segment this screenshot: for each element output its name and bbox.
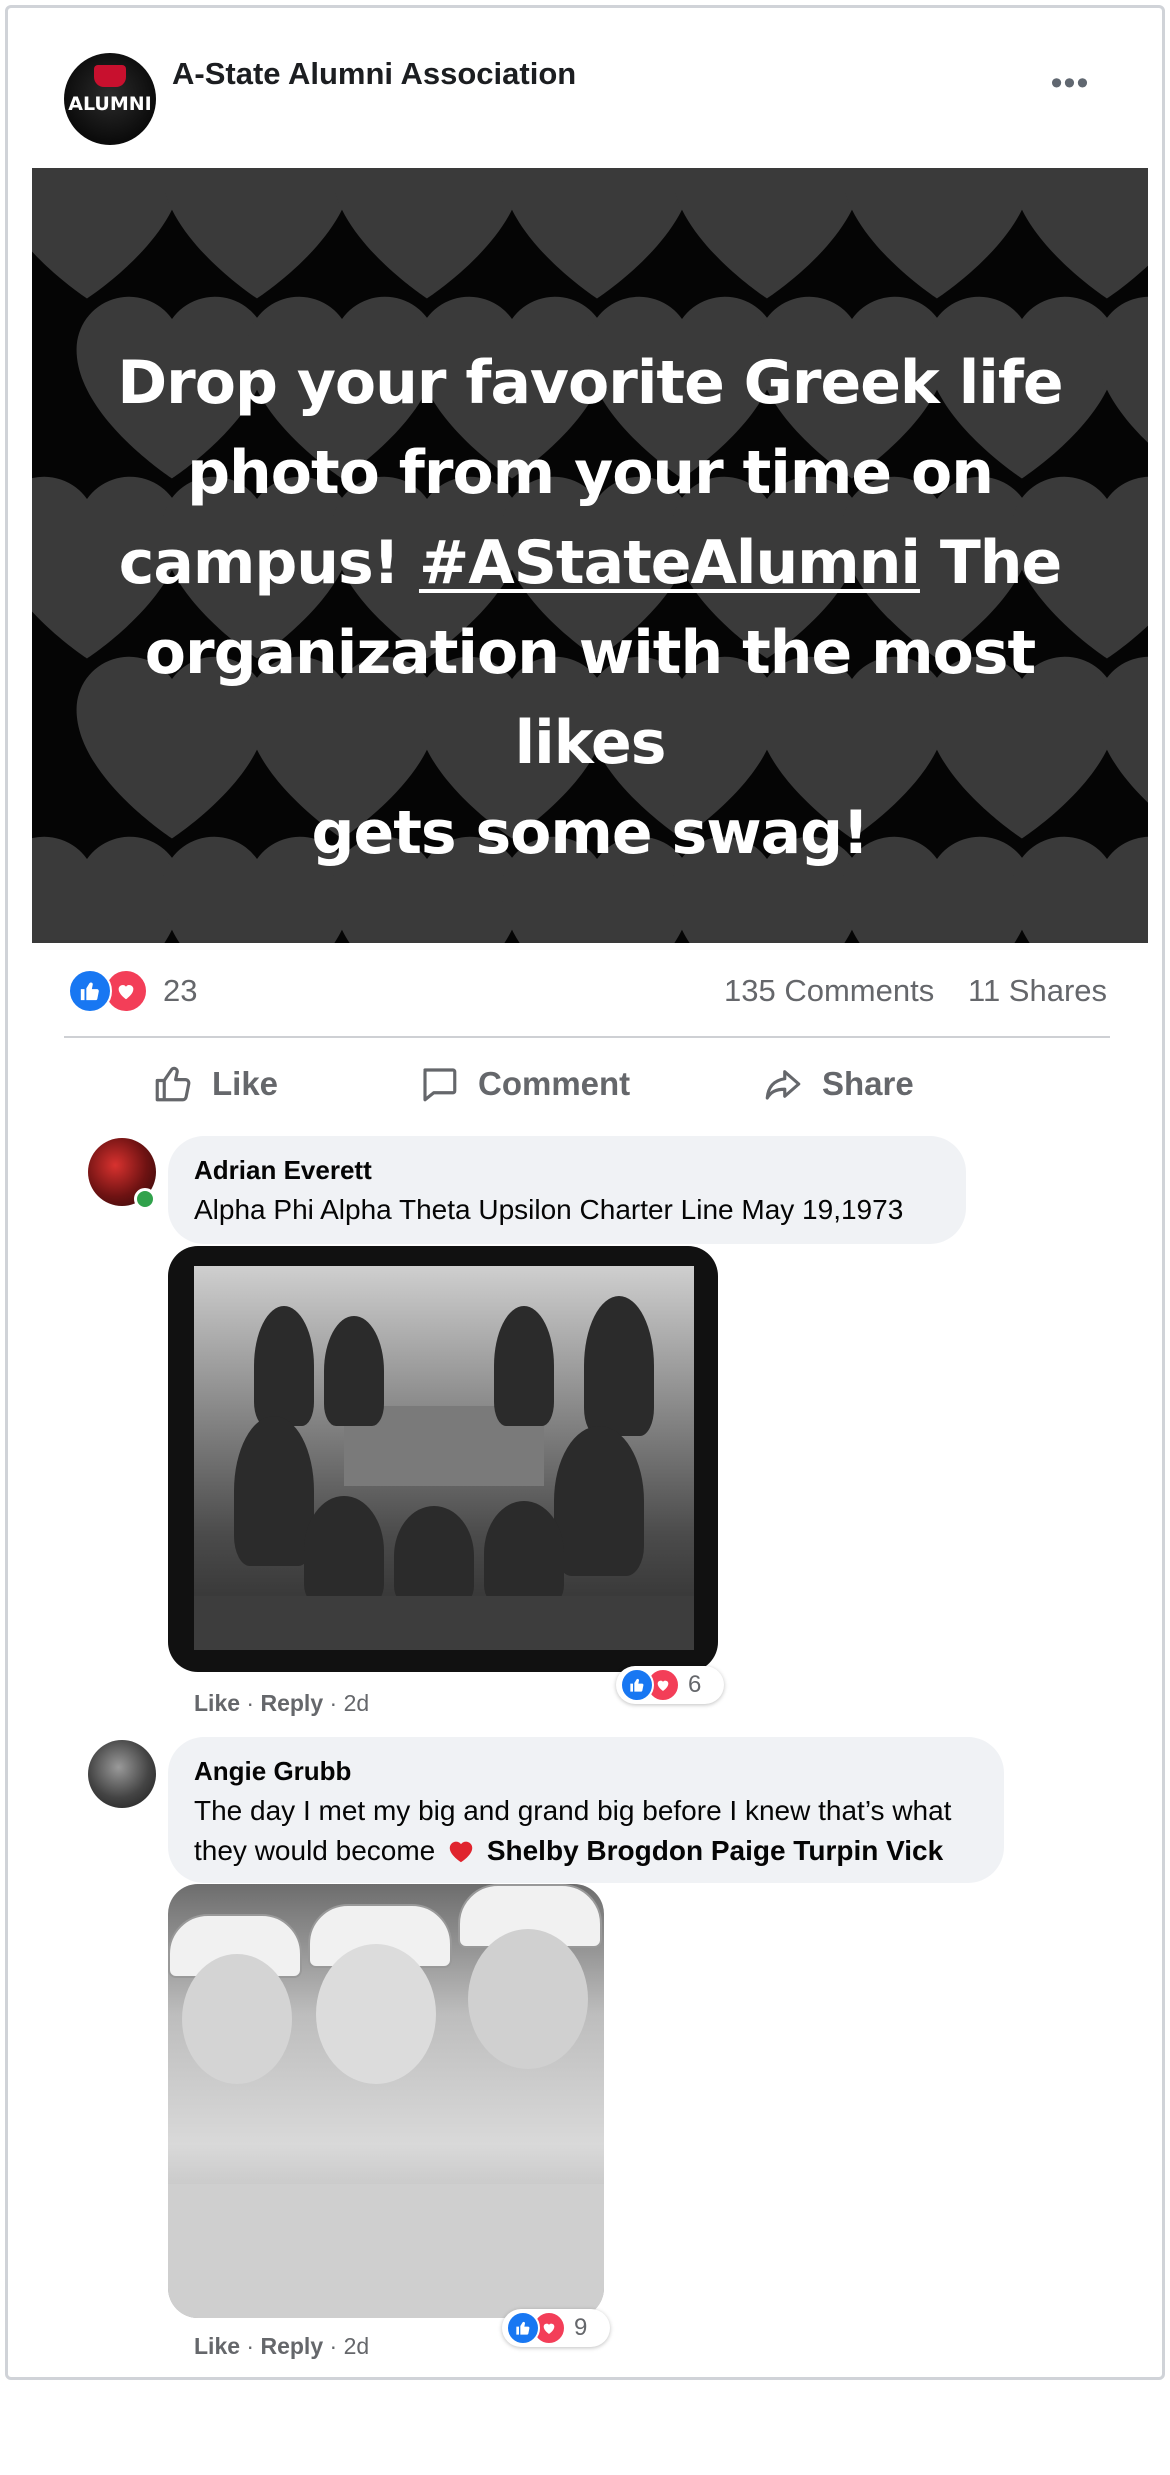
- like-reaction-icon: [620, 1668, 654, 1702]
- comment-time[interactable]: 2d: [344, 1690, 370, 1716]
- group-photo-image: [194, 1266, 694, 1650]
- comment-meta: Like · Reply · 2d: [194, 2333, 370, 2359]
- banner-line: photo from your time on: [187, 438, 994, 508]
- comments-count[interactable]: 135 Comments: [724, 973, 934, 1009]
- photo-figure: [254, 1306, 314, 1426]
- thumbs-up-icon: [155, 1066, 191, 1102]
- photo-figure: [304, 1496, 384, 1606]
- share-arrow-icon: [765, 1070, 801, 1100]
- tagged-people[interactable]: Shelby Brogdon Paige Turpin Vick: [487, 1835, 943, 1866]
- photo-face: [182, 1954, 292, 2084]
- more-options-button[interactable]: •••: [1040, 66, 1100, 106]
- reaction-count[interactable]: 23: [163, 973, 197, 1009]
- banner-line: campus! #AStateAlumni The: [82, 518, 1098, 608]
- red-heart-icon: [449, 1841, 473, 1863]
- comment-text-part: they would become: [194, 1835, 436, 1866]
- photo-caption-strip: [194, 1596, 694, 1650]
- comment-reply-link[interactable]: Reply: [260, 2333, 323, 2359]
- share-button-label: Share: [822, 1065, 914, 1102]
- online-status-indicator: [134, 1188, 156, 1210]
- like-button[interactable]: Like: [152, 1062, 278, 1106]
- photo-figure: [324, 1316, 384, 1426]
- comment-like-link[interactable]: Like: [194, 2333, 240, 2359]
- like-button-label: Like: [212, 1065, 279, 1102]
- like-reaction-icon: [68, 969, 112, 1013]
- post-image-text: Drop your favorite Greek life photo from…: [82, 338, 1098, 878]
- comment-button-label: Comment: [478, 1065, 631, 1102]
- banner-line-part: campus!: [118, 528, 419, 598]
- like-reaction-icon: [506, 2311, 540, 2345]
- comment-text: Alpha Phi Alpha Theta Upsilon Charter Li…: [194, 1194, 904, 1225]
- comment-author[interactable]: Angie Grubb: [194, 1755, 978, 1787]
- page-name[interactable]: A-State Alumni Association: [172, 56, 576, 92]
- reaction-summary-icons[interactable]: [68, 969, 152, 1013]
- photo-figure: [494, 1306, 554, 1426]
- share-button[interactable]: Share: [762, 1062, 914, 1106]
- comment-reactions[interactable]: 9: [502, 2309, 610, 2347]
- photo-shirts: [168, 2184, 604, 2318]
- banner-line: gets some swag!: [311, 798, 870, 868]
- page-avatar[interactable]: ALUMNI: [64, 53, 156, 145]
- divider: [64, 1036, 1110, 1038]
- comment-button[interactable]: Comment: [418, 1062, 630, 1106]
- post-image[interactable]: Drop your favorite Greek life photo from…: [32, 168, 1148, 943]
- commenter-avatar[interactable]: [88, 1740, 156, 1808]
- photo-figure: [484, 1501, 564, 1606]
- hashtag: #AStateAlumni: [418, 528, 921, 598]
- photo-face: [468, 1929, 588, 2069]
- comment-photo[interactable]: [168, 1884, 604, 2318]
- comment-text: The day I met my big and grand big befor…: [194, 1791, 978, 1871]
- wolf-logo-icon: [94, 65, 126, 87]
- avatar-logo-text: ALUMNI: [68, 93, 152, 115]
- comment-meta: Like · Reply · 2d: [194, 1690, 370, 1716]
- photo-face: [316, 1944, 436, 2084]
- photo-figure: [234, 1416, 314, 1566]
- comment-reaction-count: 6: [688, 1671, 702, 1698]
- banner-line: Drop your favorite Greek life: [117, 348, 1063, 418]
- comment-text-line: they would become Shelby Brogdon Paige T…: [194, 1831, 978, 1871]
- banner-line: organization with the most likes: [144, 618, 1036, 778]
- comment-text-line: The day I met my big and grand big befor…: [194, 1795, 952, 1826]
- photo-figure: [394, 1506, 474, 1606]
- shares-count[interactable]: 11 Shares: [968, 973, 1107, 1009]
- comment-author[interactable]: Adrian Everett: [194, 1154, 940, 1186]
- comment-photo[interactable]: [168, 1246, 718, 1672]
- comment-reactions[interactable]: 6: [616, 1666, 724, 1704]
- photo-figure: [584, 1296, 654, 1436]
- comment-reply-link[interactable]: Reply: [260, 1690, 323, 1716]
- banner-line-part: The: [919, 528, 1062, 598]
- comment-bubble: Adrian Everett Alpha Phi Alpha Theta Ups…: [168, 1136, 966, 1244]
- comment-reaction-count: 9: [574, 2314, 588, 2341]
- comment-like-link[interactable]: Like: [194, 1690, 240, 1716]
- photo-figure: [554, 1426, 644, 1576]
- comment-time[interactable]: 2d: [344, 2333, 370, 2359]
- comment-icon: [423, 1068, 457, 1102]
- comment-bubble: Angie Grubb The day I met my big and gra…: [168, 1737, 1004, 1883]
